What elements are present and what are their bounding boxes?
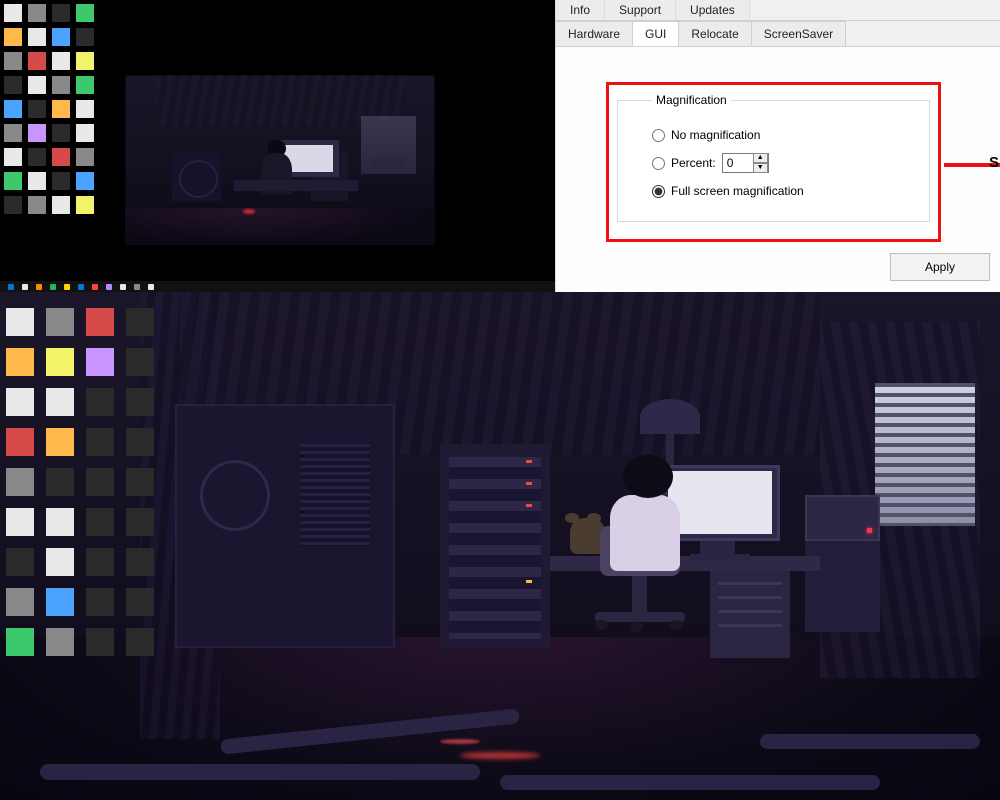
desktop-icon-grid-large: [6, 308, 166, 656]
label-percent: Percent:: [671, 156, 716, 170]
percent-input[interactable]: [723, 156, 753, 170]
settings-window: Info Support Updates Hardware GUI Reloca…: [555, 0, 1000, 292]
percent-spin-up[interactable]: ▲: [753, 153, 768, 163]
tab-gui[interactable]: GUI: [632, 21, 679, 46]
callout-letter: S: [989, 154, 999, 171]
tabs-row-sub: Hardware GUI Relocate ScreenSaver: [556, 21, 1000, 47]
radio-no-magnification[interactable]: [652, 129, 665, 142]
label-no-magnification: No magnification: [671, 128, 760, 142]
magnification-legend: Magnification: [652, 93, 731, 107]
tab-screensaver[interactable]: ScreenSaver: [751, 21, 846, 46]
tab-info[interactable]: Info: [556, 0, 605, 20]
panel-body: Magnification No magnification Percent: …: [556, 47, 1000, 292]
magnification-group: Magnification No magnification Percent: …: [617, 93, 930, 222]
tab-support[interactable]: Support: [605, 0, 676, 20]
apply-button[interactable]: Apply: [890, 253, 990, 281]
taskbar[interactable]: [0, 281, 555, 292]
percent-spinner: ▲ ▼: [722, 153, 769, 173]
tab-updates[interactable]: Updates: [676, 0, 750, 20]
wallpaper-preview-small: [125, 75, 435, 245]
percent-spin-down[interactable]: ▼: [753, 163, 768, 173]
wallpaper-fullscreen: [0, 292, 1000, 800]
radio-percent[interactable]: [652, 157, 665, 170]
tab-relocate[interactable]: Relocate: [678, 21, 751, 46]
desktop-icon-grid-small: [0, 0, 100, 250]
tabs-row-top: Info Support Updates: [556, 0, 1000, 21]
tab-hardware[interactable]: Hardware: [555, 21, 633, 46]
radio-fullscreen[interactable]: [652, 185, 665, 198]
label-fullscreen: Full screen magnification: [671, 184, 804, 198]
desktop-thumbnail-panel: [0, 0, 555, 281]
magnification-highlight: Magnification No magnification Percent: …: [606, 82, 941, 242]
